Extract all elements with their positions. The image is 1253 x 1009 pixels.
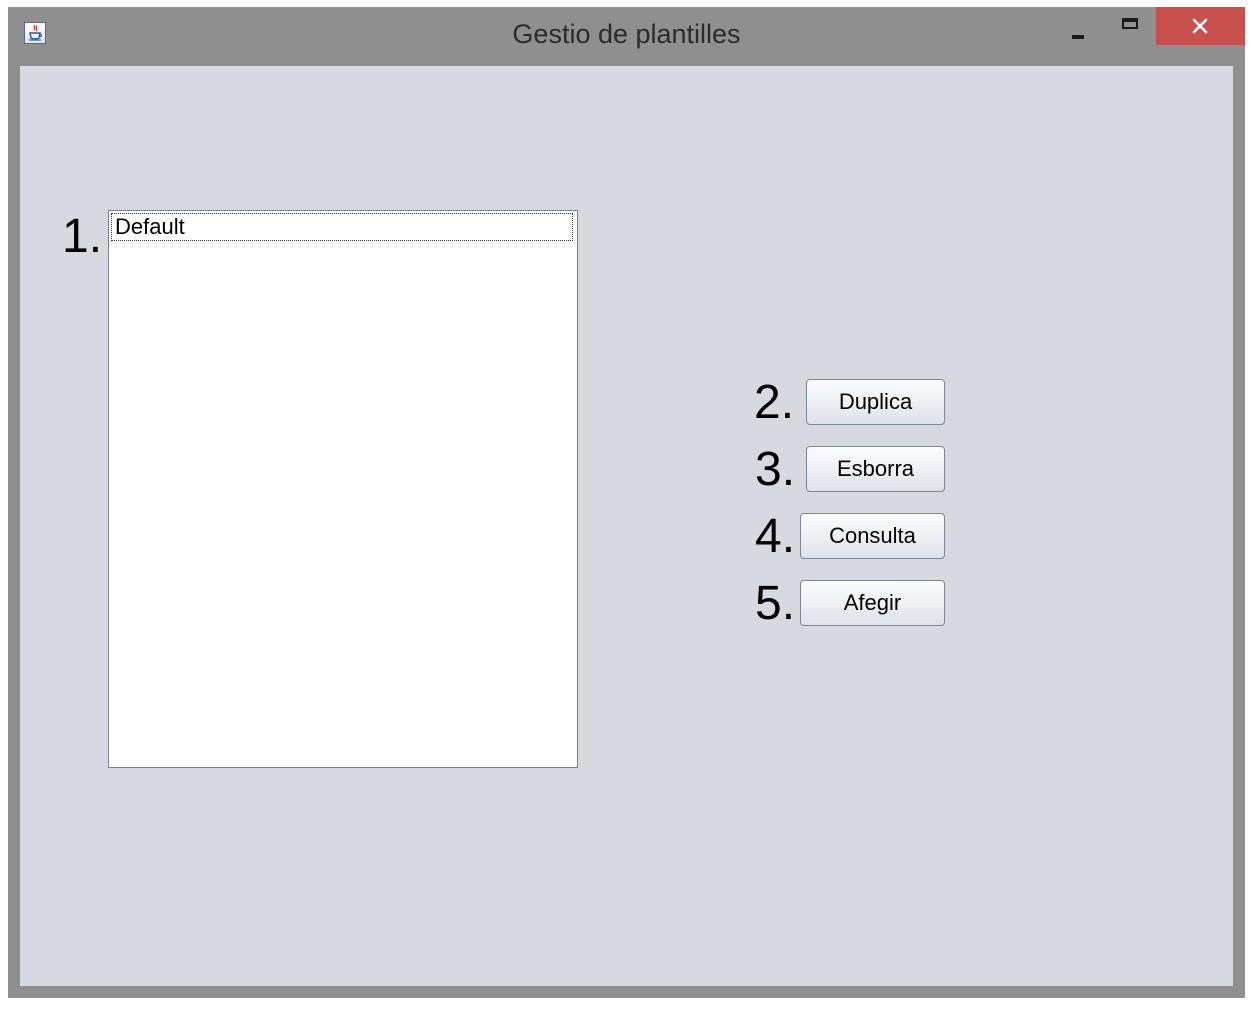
label-number-1: 1. <box>62 210 103 263</box>
title-bar[interactable]: Gestio de plantilles <box>8 7 1245 66</box>
consulta-button[interactable]: Consulta <box>800 513 945 559</box>
close-icon <box>1192 18 1208 34</box>
content-panel: 1. Default 2. Duplica 3. Esborra 4. Cons… <box>20 66 1233 986</box>
maximize-button[interactable] <box>1108 7 1150 45</box>
label-number-2: 2. <box>754 376 795 429</box>
templates-list[interactable]: Default <box>108 210 578 768</box>
label-number-5: 5. <box>755 577 796 630</box>
duplica-button[interactable]: Duplica <box>806 379 945 425</box>
minimize-button[interactable] <box>1060 7 1096 45</box>
label-number-3: 3. <box>755 443 796 496</box>
list-item[interactable]: Default <box>111 213 573 241</box>
close-button[interactable] <box>1156 7 1245 45</box>
label-number-4: 4. <box>755 510 796 563</box>
afegir-button[interactable]: Afegir <box>800 580 945 626</box>
app-window: Gestio de plantilles 1. Default 2. Dupli… <box>8 7 1245 998</box>
esborra-button[interactable]: Esborra <box>806 446 945 492</box>
